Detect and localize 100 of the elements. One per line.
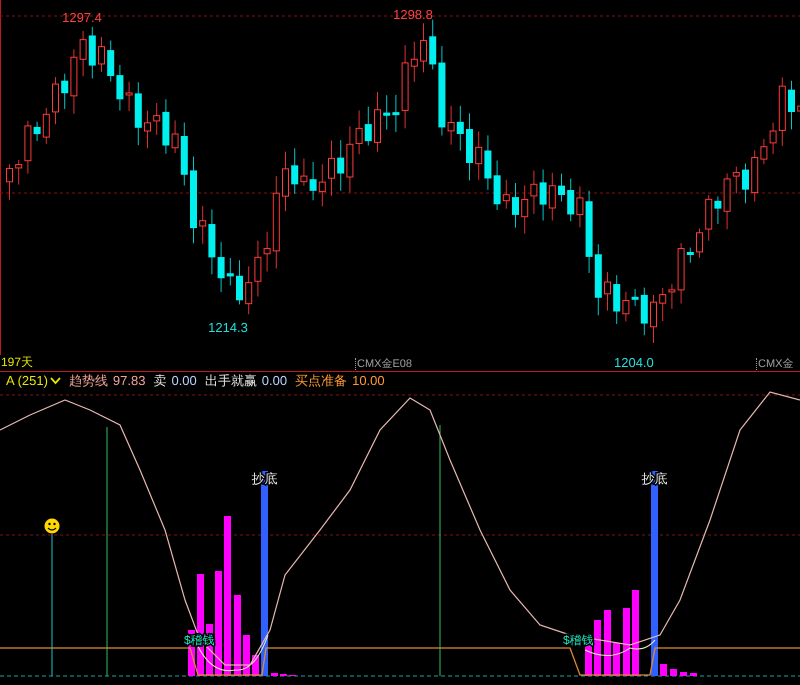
candlestick xyxy=(659,287,666,322)
candlestick xyxy=(392,94,400,132)
histogram-bar xyxy=(594,620,601,676)
histogram-bar xyxy=(271,673,278,676)
candlestick xyxy=(34,121,41,142)
indicator-label: 买点准备 xyxy=(295,373,348,389)
candlestick xyxy=(540,169,547,222)
candlestick xyxy=(521,184,528,234)
candlestick xyxy=(420,22,427,73)
candlestick xyxy=(24,120,32,174)
candlestick xyxy=(751,150,758,202)
candlestick xyxy=(383,94,390,130)
candlestick xyxy=(226,257,234,286)
candlestick xyxy=(668,283,676,310)
candlestick xyxy=(107,40,114,82)
price-label: 1297.4 xyxy=(62,10,102,25)
candlestick xyxy=(356,110,363,155)
candlestick xyxy=(116,64,124,112)
candlestick xyxy=(126,81,133,112)
indicator-value: 0.00 xyxy=(262,373,288,389)
candlestick xyxy=(788,80,795,130)
candlestick xyxy=(254,240,262,297)
histogram-bar xyxy=(613,643,620,676)
candlestick xyxy=(732,166,740,194)
price-label: 1204.0 xyxy=(614,355,654,370)
candlestick xyxy=(291,148,298,194)
candlestick xyxy=(98,36,105,73)
candlestick xyxy=(88,26,96,79)
candlestick xyxy=(410,41,418,82)
candlestick xyxy=(282,151,289,212)
candlestick xyxy=(567,178,574,222)
candlestick xyxy=(364,106,372,146)
candlestick xyxy=(502,179,510,210)
candlestick xyxy=(604,272,611,312)
contract-label: CMX金E08 xyxy=(355,358,412,370)
contract-label: CMX金 xyxy=(756,358,794,370)
candlestick xyxy=(548,172,556,221)
candlestick xyxy=(650,294,657,344)
candlestick xyxy=(6,164,13,200)
price-label: 1214.3 xyxy=(208,320,248,335)
candlestick xyxy=(153,102,160,136)
candlestick xyxy=(328,140,335,196)
candlestick xyxy=(512,182,519,228)
candlestick xyxy=(494,160,501,210)
histogram-bar xyxy=(243,635,250,676)
candlestick xyxy=(448,105,455,146)
candlestick xyxy=(558,173,565,202)
candlestick xyxy=(318,164,326,207)
candlestick xyxy=(300,158,308,186)
candlestick xyxy=(245,266,252,315)
candlestick xyxy=(778,76,786,146)
period-label: 197天 xyxy=(1,355,34,370)
candlestick xyxy=(770,122,777,154)
candlestick xyxy=(640,287,648,336)
candlestick xyxy=(714,196,722,225)
candlestick xyxy=(218,242,225,293)
candlestick xyxy=(172,120,179,154)
candlestick xyxy=(208,208,216,275)
candlestick xyxy=(264,231,271,272)
candlestick xyxy=(236,260,243,305)
candlestick xyxy=(686,247,694,264)
candlestick xyxy=(337,140,344,192)
histogram-bar xyxy=(660,664,667,676)
candlestick xyxy=(429,19,436,70)
candlestick xyxy=(622,291,630,322)
candlestick xyxy=(724,172,731,230)
indicator-label: 趋势线 xyxy=(68,373,108,389)
candlestick xyxy=(678,242,685,304)
candlestick xyxy=(15,160,22,186)
candlestick xyxy=(705,194,712,242)
candlestick xyxy=(144,110,151,149)
candlestick xyxy=(310,161,317,201)
candlestick xyxy=(134,82,142,146)
candlestick xyxy=(475,130,482,180)
candlestick xyxy=(70,48,78,114)
candlestick xyxy=(632,288,639,306)
candlestick xyxy=(456,105,464,152)
histogram-bar xyxy=(670,669,677,676)
candlestick xyxy=(42,108,50,144)
indicator-value: 0.00 xyxy=(171,373,197,389)
indicator-value: 10.00 xyxy=(352,373,385,389)
candlestick xyxy=(346,126,354,193)
histogram-bar xyxy=(604,610,611,676)
candlestick xyxy=(742,163,749,204)
smiley-icon xyxy=(44,518,60,534)
candlestick xyxy=(162,98,170,154)
candlestick xyxy=(199,205,206,244)
candlestick xyxy=(760,138,768,165)
indicator-selector[interactable]: A (251) xyxy=(6,373,61,389)
candlestick xyxy=(180,122,188,186)
candlestick xyxy=(484,134,492,190)
indicator-label: 卖 xyxy=(153,373,166,389)
candlestick xyxy=(374,91,381,152)
candlestick xyxy=(613,274,620,324)
chevron-icon xyxy=(50,377,61,385)
candlestick xyxy=(61,73,68,110)
candlestick xyxy=(80,30,87,77)
candlestick xyxy=(530,170,538,214)
candlestick xyxy=(696,228,703,258)
candlestick xyxy=(52,76,59,125)
